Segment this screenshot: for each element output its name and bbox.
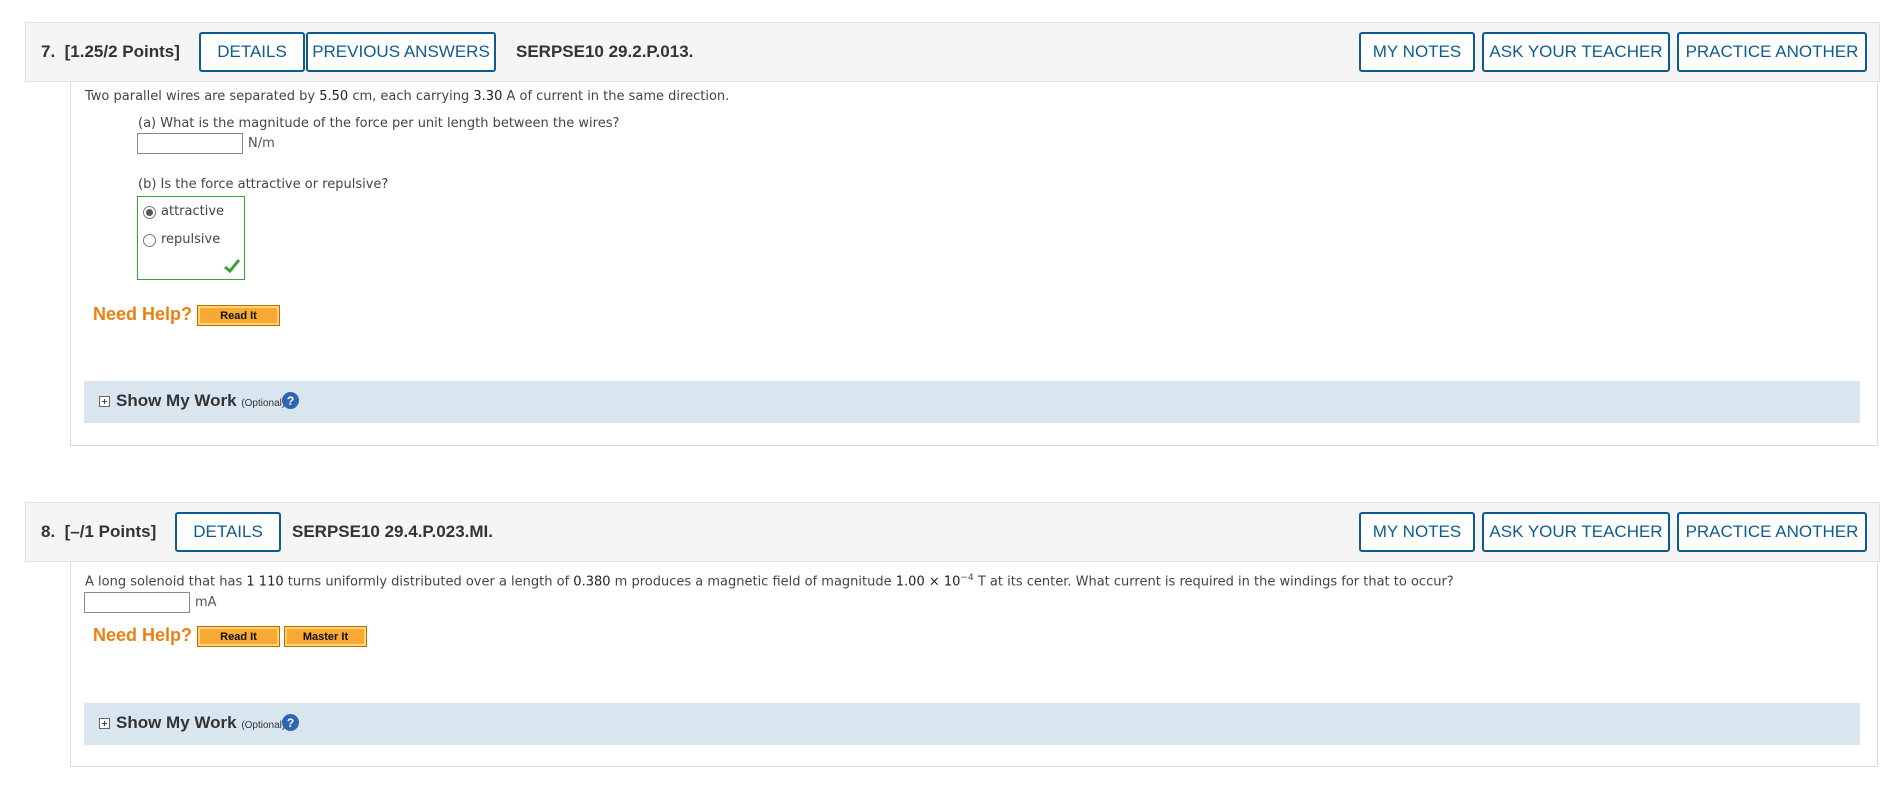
read-it-button[interactable]: Read It	[197, 305, 280, 326]
part-a-answer-input[interactable]	[137, 133, 243, 154]
expand-plus-icon[interactable]	[99, 718, 110, 729]
part-b-choices: attractive repulsive	[137, 196, 245, 280]
part-a-question: (a) What is the magnitude of the force p…	[138, 116, 620, 131]
question-7-points: [1.25/2 Points]	[64, 42, 180, 61]
help-question-icon[interactable]: ?	[282, 714, 299, 731]
turns-value: 1 110	[246, 574, 284, 590]
current-answer-input[interactable]	[84, 592, 190, 613]
master-it-button[interactable]: Master It	[284, 626, 367, 647]
question-7-code: SERPSE10 29.2.P.013.	[516, 42, 694, 61]
part-b-question: (b) Is the force attractive or repulsive…	[138, 177, 389, 192]
question-8-points: [–/1 Points]	[64, 522, 157, 541]
show-my-work-label: Show My Work (Optional)	[116, 713, 286, 732]
show-my-work-bar[interactable]: Show My Work (Optional) ?	[84, 381, 1860, 423]
length-value: 0.380	[573, 574, 611, 590]
current-value: 3.30	[473, 89, 503, 104]
option-attractive-label: attractive	[161, 204, 225, 219]
separation-value: 5.50	[319, 89, 349, 104]
field-value: 1.00	[895, 574, 925, 590]
expand-plus-icon[interactable]	[99, 396, 110, 407]
radio-attractive[interactable]	[143, 206, 156, 219]
question-7-prompt: Two parallel wires are separated by 5.50…	[85, 89, 730, 104]
question-7-number: 7. [1.25/2 Points]	[41, 42, 180, 61]
help-question-icon[interactable]: ?	[282, 392, 299, 409]
option-repulsive-label: repulsive	[161, 232, 221, 247]
current-answer-unit: mA	[195, 595, 217, 610]
question-8-header: 8. [–/1 Points] DETAILS SERPSE10 29.4.P.…	[25, 502, 1880, 562]
details-button[interactable]: DETAILS	[199, 32, 305, 72]
question-8-prompt: A long solenoid that has 1 110 turns uni…	[85, 573, 1454, 590]
ask-your-teacher-button[interactable]: ASK YOUR TEACHER	[1482, 32, 1670, 72]
question-7-header: 7. [1.25/2 Points] DETAILS PREVIOUS ANSW…	[25, 22, 1880, 82]
question-8-number: 8. [–/1 Points]	[41, 522, 157, 541]
field-exponent: −4	[960, 573, 974, 583]
part-a-unit: N/m	[248, 136, 275, 151]
practice-another-button[interactable]: PRACTICE ANOTHER	[1677, 32, 1867, 72]
need-help-label: Need Help?	[93, 304, 193, 324]
details-button[interactable]: DETAILS	[175, 512, 281, 552]
show-my-work-label: Show My Work (Optional)	[116, 391, 286, 410]
previous-answers-button[interactable]: PREVIOUS ANSWERS	[306, 32, 496, 72]
radio-repulsive[interactable]	[143, 234, 156, 247]
read-it-button[interactable]: Read It	[197, 626, 280, 647]
show-my-work-bar[interactable]: Show My Work (Optional) ?	[84, 703, 1860, 745]
question-8-code: SERPSE10 29.4.P.023.MI.	[292, 522, 493, 541]
practice-another-button[interactable]: PRACTICE ANOTHER	[1677, 512, 1867, 552]
my-notes-button[interactable]: MY NOTES	[1359, 512, 1475, 552]
my-notes-button[interactable]: MY NOTES	[1359, 32, 1475, 72]
need-help-label: Need Help?	[93, 625, 193, 645]
ask-your-teacher-button[interactable]: ASK YOUR TEACHER	[1482, 512, 1670, 552]
checkmark-icon	[224, 259, 240, 273]
